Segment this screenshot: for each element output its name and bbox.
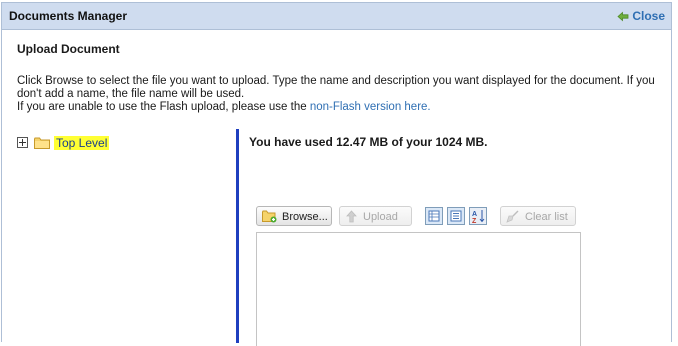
upload-file-list[interactable] xyxy=(256,232,581,346)
documents-manager-window: Documents Manager Close Upload Document … xyxy=(1,2,672,346)
close-button[interactable]: Close xyxy=(617,9,665,25)
section-title: Upload Document xyxy=(17,42,120,56)
browse-label: Browse... xyxy=(282,211,328,223)
broom-icon xyxy=(506,210,520,230)
tree-node-top-level[interactable]: Top Level xyxy=(54,136,110,150)
instructions: Click Browse to select the file you want… xyxy=(17,75,667,114)
instructions-line-2: If you are unable to use the Flash uploa… xyxy=(17,101,667,114)
close-label: Close xyxy=(632,9,665,23)
upload-button[interactable]: Upload xyxy=(339,206,412,226)
svg-text:A: A xyxy=(472,211,477,218)
clear-list-button[interactable]: Clear list xyxy=(500,206,576,226)
panel-divider xyxy=(236,129,239,343)
instructions-line-2-text: If you are unable to use the Flash uploa… xyxy=(17,101,310,113)
add-folder-icon xyxy=(262,210,277,230)
storage-usage: You have used 12.47 MB of your 1024 MB. xyxy=(249,135,488,149)
window-title: Documents Manager xyxy=(9,9,128,23)
expand-toggle-icon[interactable] xyxy=(17,137,28,148)
sort-az-icon[interactable]: AZ xyxy=(469,207,487,225)
upload-label: Upload xyxy=(363,211,398,223)
browse-button[interactable]: Browse... xyxy=(256,206,332,226)
detail-view-icon[interactable] xyxy=(447,207,465,225)
non-flash-link[interactable]: non-Flash version here. xyxy=(310,101,431,113)
close-arrow-icon xyxy=(617,11,629,25)
instructions-line-1: Click Browse to select the file you want… xyxy=(17,75,655,100)
title-bar: Documents Manager Close xyxy=(2,3,671,30)
folder-tree: Top Level xyxy=(17,136,110,152)
svg-text:Z: Z xyxy=(472,218,477,224)
clear-list-label: Clear list xyxy=(525,211,568,223)
list-view-icon[interactable] xyxy=(425,207,443,225)
folder-icon xyxy=(34,137,50,152)
upload-arrow-icon xyxy=(345,210,358,230)
